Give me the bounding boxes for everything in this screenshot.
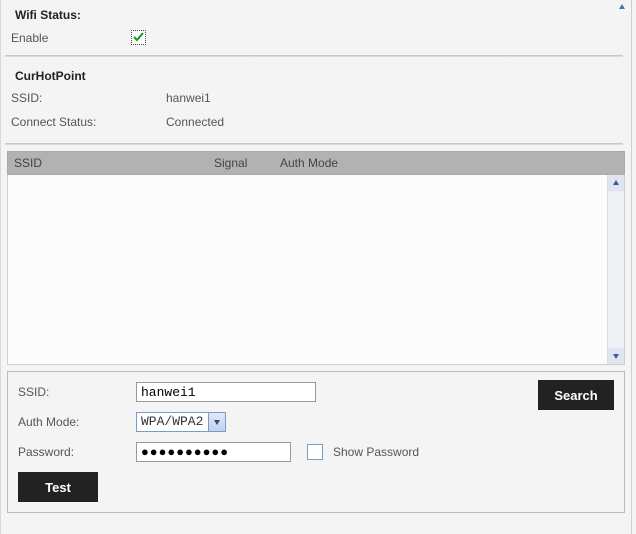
hotpoint-title: CurHotPoint	[1, 61, 631, 87]
wifi-status-title: Wifi Status:	[1, 0, 631, 26]
search-button[interactable]: Search	[538, 380, 614, 410]
ssid-input[interactable]	[136, 382, 316, 402]
hotpoint-ssid-value: hanwei1	[166, 91, 211, 105]
form-password-label: Password:	[18, 445, 136, 459]
show-password-checkbox[interactable]	[307, 444, 323, 460]
network-table: SSID Signal Auth Mode	[7, 151, 625, 365]
divider	[5, 55, 623, 57]
table-scrollbar[interactable]	[607, 175, 624, 364]
auth-mode-selected: WPA/WPA2	[136, 412, 208, 432]
th-auth-mode: Auth Mode	[274, 156, 608, 170]
table-body	[7, 175, 625, 365]
th-signal: Signal	[214, 156, 274, 170]
enable-label: Enable	[11, 31, 131, 45]
hotpoint-ssid-label: SSID:	[11, 91, 166, 105]
divider-2	[5, 143, 623, 145]
hotpoint-connect-status-value: Connected	[166, 115, 224, 129]
chevron-down-icon[interactable]	[208, 412, 226, 432]
password-input[interactable]	[136, 442, 291, 462]
wifi-form: Search SSID: Auth Mode: WPA/WPA2 Passwor…	[7, 371, 625, 513]
table-header: SSID Signal Auth Mode	[7, 151, 625, 175]
show-password-label: Show Password	[333, 445, 419, 459]
scroll-down-icon[interactable]	[608, 348, 624, 364]
form-ssid-label: SSID:	[18, 385, 136, 399]
test-button[interactable]: Test	[18, 472, 98, 502]
hotpoint-connect-status-label: Connect Status:	[11, 115, 166, 129]
form-auth-label: Auth Mode:	[18, 415, 136, 429]
scroll-up-icon[interactable]	[608, 175, 624, 191]
th-ssid: SSID	[8, 156, 214, 170]
page-scroll-up[interactable]	[615, 0, 629, 14]
check-icon	[133, 32, 144, 43]
enable-checkbox[interactable]	[131, 30, 146, 45]
auth-mode-select[interactable]: WPA/WPA2	[136, 412, 226, 432]
